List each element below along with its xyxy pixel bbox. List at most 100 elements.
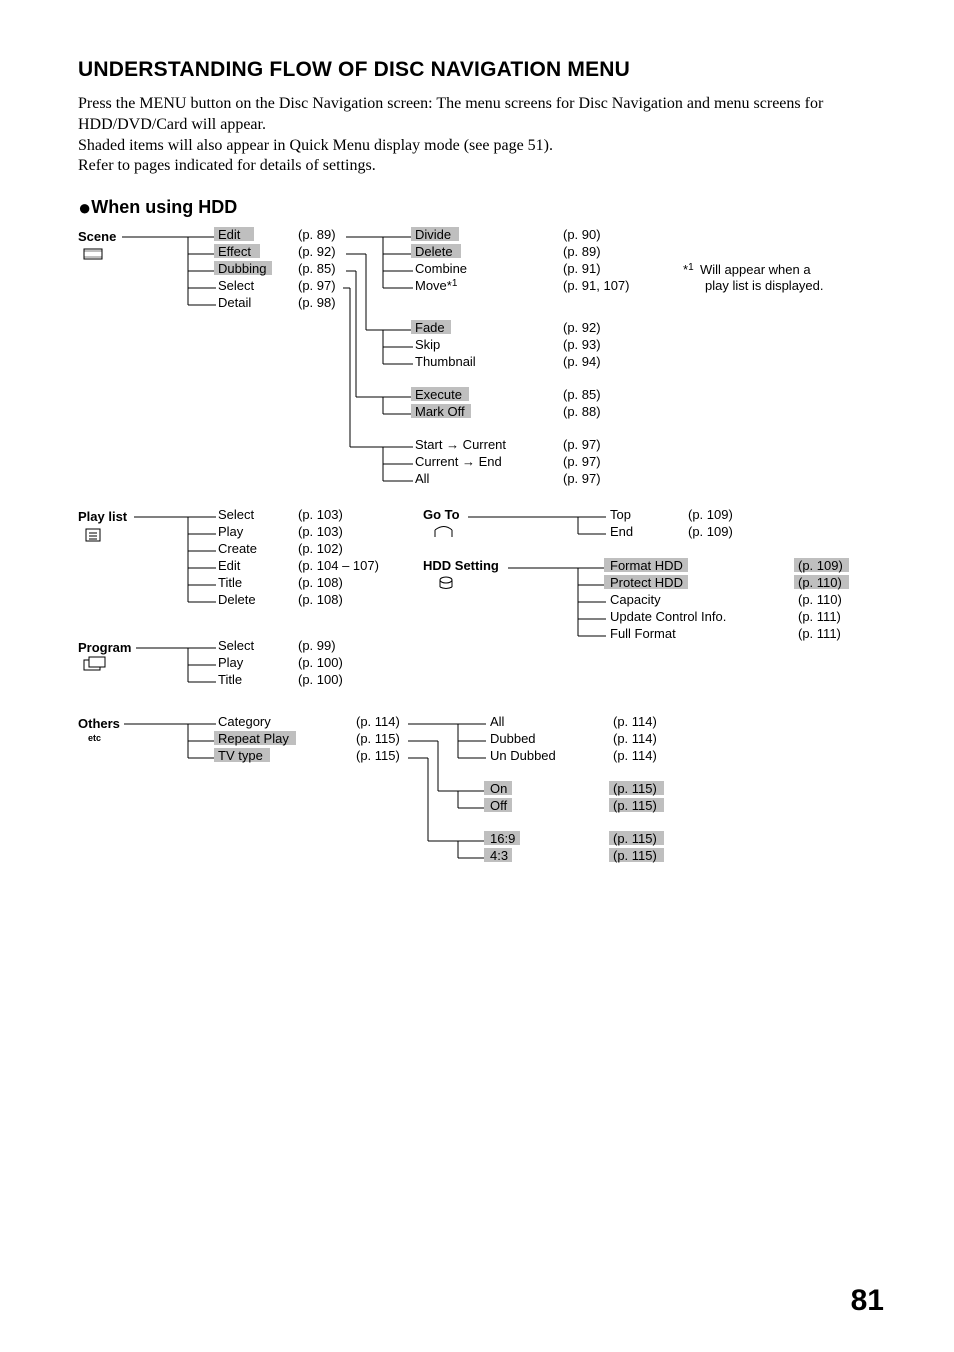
tv-169-label: 16:9	[490, 831, 515, 846]
hdd-update-label: Update Control Info.	[610, 609, 726, 624]
scene-dubbing-label: Dubbing	[218, 261, 266, 276]
hdd-setting-icon	[440, 577, 452, 589]
cat-all-page: (p. 114)	[613, 714, 657, 729]
section-subheader: ●When using HDD	[78, 195, 884, 221]
sel-start-label: Start → Current	[415, 437, 506, 452]
footnote-line2: play list is displayed.	[705, 278, 824, 293]
program-icon	[84, 657, 105, 670]
hdd-format-label: Format HDD	[610, 558, 683, 573]
edit-delete-page: (p. 89)	[563, 244, 601, 259]
bullet-icon: ●	[78, 195, 91, 220]
root-goto: Go To	[423, 507, 460, 522]
prog-select-page: (p. 99)	[298, 638, 336, 653]
effect-thumb-page: (p. 94)	[563, 354, 601, 369]
cat-all-label: All	[490, 714, 505, 729]
scene-edit-label: Edit	[218, 227, 241, 242]
tv-43-page: (p. 115)	[613, 848, 657, 863]
pl-select-page: (p. 103)	[298, 507, 343, 522]
prog-play-page: (p. 100)	[298, 655, 343, 670]
oth-tv-page: (p. 115)	[356, 748, 400, 763]
intro-text: Press the MENU button on the Disc Naviga…	[78, 94, 884, 177]
dub-exec-page: (p. 85)	[563, 387, 601, 402]
intro-line-2: Shaded items will also appear in Quick M…	[78, 137, 553, 154]
pl-delete-page: (p. 108)	[298, 592, 343, 607]
rep-on-page: (p. 115)	[613, 781, 657, 796]
goto-end-label: End	[610, 524, 633, 539]
oth-tv-label: TV type	[218, 748, 263, 763]
tv-43-label: 4:3	[490, 848, 508, 863]
effect-fade-page: (p. 92)	[563, 320, 601, 335]
pl-edit-page: (p. 104 – 107)	[298, 558, 379, 573]
scene-effect-label: Effect	[218, 244, 251, 259]
prog-title-page: (p. 100)	[298, 672, 343, 687]
edit-combine-label: Combine	[415, 261, 467, 276]
rep-off-label: Off	[490, 798, 507, 813]
sel-all-label: All	[415, 471, 430, 486]
pl-title-page: (p. 108)	[298, 575, 343, 590]
intro-line-1: Press the MENU button on the Disc Naviga…	[78, 95, 823, 133]
edit-combine-page: (p. 91)	[563, 261, 601, 276]
edit-divide-label: Divide	[415, 227, 451, 242]
goto-top-label: Top	[610, 507, 631, 522]
page-number: 81	[851, 1284, 884, 1318]
edit-delete-label: Delete	[415, 244, 453, 259]
edit-move-label: Move*1	[415, 278, 458, 293]
playlist-icon	[86, 529, 100, 541]
pl-edit-label: Edit	[218, 558, 241, 573]
scene-select-page: (p. 97)	[298, 278, 336, 293]
goto-icon	[435, 527, 452, 538]
hdd-fullfmt-page: (p. 111)	[798, 626, 841, 641]
effect-skip-label: Skip	[415, 337, 440, 352]
pl-create-label: Create	[218, 541, 257, 556]
intro-line-3: Refer to pages indicated for details of …	[78, 157, 376, 174]
oth-cat-label: Category	[218, 714, 271, 729]
root-playlist: Play list	[78, 509, 128, 524]
pl-play-page: (p. 103)	[298, 524, 343, 539]
oth-rep-label: Repeat Play	[218, 731, 289, 746]
menu-tree-diagram: Scene Edit (p. 89) Effect (p. 92) Dubbin…	[78, 227, 898, 887]
hdd-fullfmt-label: Full Format	[610, 626, 676, 641]
pl-create-page: (p. 102)	[298, 541, 343, 556]
root-program: Program	[78, 640, 131, 655]
others-etc-icon: etc	[88, 733, 101, 743]
scene-detail-label: Detail	[218, 295, 251, 310]
scene-dubbing-page: (p. 85)	[298, 261, 336, 276]
pl-delete-label: Delete	[218, 592, 256, 607]
pl-select-label: Select	[218, 507, 255, 522]
dub-markoff-page: (p. 88)	[563, 404, 601, 419]
hdd-capacity-label: Capacity	[610, 592, 661, 607]
oth-cat-page: (p. 114)	[356, 714, 400, 729]
scene-effect-page: (p. 92)	[298, 244, 336, 259]
cat-undub-label: Un Dubbed	[490, 748, 556, 763]
goto-end-page: (p. 109)	[688, 524, 733, 539]
sel-cur-page: (p. 97)	[563, 454, 601, 469]
hdd-format-page: (p. 109)	[798, 558, 843, 573]
footnote-line1: Will appear when a	[700, 262, 811, 277]
prog-select-label: Select	[218, 638, 255, 653]
hdd-protect-page: (p. 110)	[798, 575, 842, 590]
dub-exec-label: Execute	[415, 387, 462, 402]
goto-top-page: (p. 109)	[688, 507, 733, 522]
oth-rep-page: (p. 115)	[356, 731, 400, 746]
tv-169-page: (p. 115)	[613, 831, 657, 846]
rep-off-page: (p. 115)	[613, 798, 657, 813]
footnote-mark: *1	[683, 262, 694, 277]
hdd-update-page: (p. 111)	[798, 609, 841, 624]
prog-play-label: Play	[218, 655, 244, 670]
scene-detail-page: (p. 98)	[298, 295, 336, 310]
hdd-capacity-page: (p. 110)	[798, 592, 842, 607]
edit-move-page: (p. 91, 107)	[563, 278, 630, 293]
cat-dub-page: (p. 114)	[613, 731, 657, 746]
cat-dub-label: Dubbed	[490, 731, 536, 746]
effect-thumb-label: Thumbnail	[415, 354, 476, 369]
scene-select-label: Select	[218, 278, 255, 293]
effect-fade-label: Fade	[415, 320, 445, 335]
page-heading: UNDERSTANDING FLOW OF DISC NAVIGATION ME…	[78, 58, 884, 82]
rep-on-label: On	[490, 781, 507, 796]
sel-start-page: (p. 97)	[563, 437, 601, 452]
pl-play-label: Play	[218, 524, 244, 539]
sel-cur-label: Current → End	[415, 454, 502, 469]
prog-title-label: Title	[218, 672, 242, 687]
sel-all-page: (p. 97)	[563, 471, 601, 486]
edit-divide-page: (p. 90)	[563, 227, 601, 242]
